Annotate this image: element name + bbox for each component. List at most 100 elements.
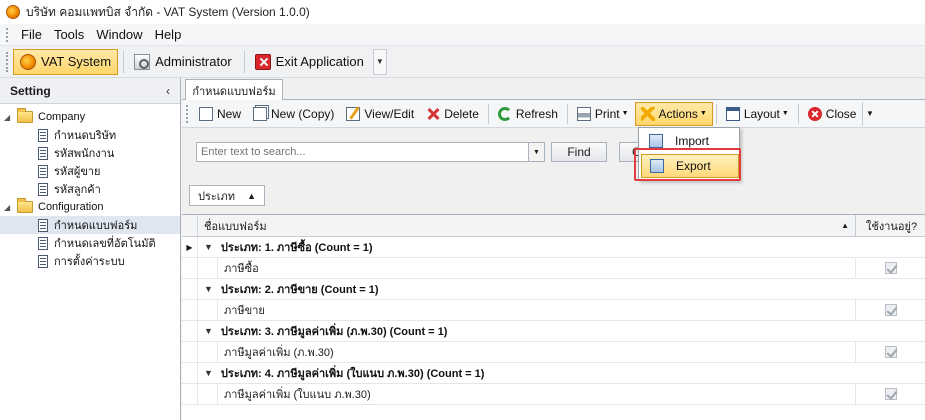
group-chip-label: ประเภท <box>198 190 236 203</box>
tree-item-label: รหัสพนักงาน <box>54 148 115 160</box>
collapse-group-icon[interactable]: ▼ <box>204 326 213 336</box>
delete-x-icon <box>426 107 440 121</box>
form-name-cell[interactable]: ภาษีขาย <box>218 300 856 320</box>
exit-icon <box>254 53 271 70</box>
document-icon <box>38 218 48 232</box>
appbar-grip[interactable] <box>6 51 9 72</box>
find-button[interactable]: Find <box>551 142 607 162</box>
tree-node-configuration[interactable]: ◢ Configuration <box>0 198 180 216</box>
current-row-indicator-icon: ▶ <box>182 237 198 257</box>
search-input[interactable] <box>196 142 529 162</box>
active-checkbox[interactable] <box>884 262 897 274</box>
new-copy-label: New (Copy) <box>271 106 335 121</box>
tree-item-label: กำหนดเลขที่อัตโนมัติ <box>54 238 156 250</box>
tree-item-form-define[interactable]: กำหนดแบบฟอร์ม <box>0 216 180 234</box>
tree-item-company-define[interactable]: กำหนดบริษัท <box>0 126 180 144</box>
collapse-panel-icon[interactable]: ‹ <box>166 84 170 98</box>
delete-button[interactable]: Delete <box>420 102 485 126</box>
expanded-triangle-icon[interactable]: ◢ <box>4 113 14 122</box>
administrator-label: Administrator <box>155 54 232 69</box>
dropdown-caret-icon: ▼ <box>699 110 707 117</box>
expanded-triangle-icon[interactable]: ◢ <box>4 203 14 212</box>
collapse-group-icon[interactable]: ▼ <box>204 284 213 294</box>
row-indicator <box>182 342 198 362</box>
form-name-cell[interactable]: ภาษีซื้อ <box>218 258 856 278</box>
appbar-separator <box>243 50 245 73</box>
group-row[interactable]: ▼ ประเภท: 4. ภาษีมูลค่าเพิ่ม (ใบแนบ ภ.พ.3… <box>182 363 925 384</box>
vat-system-button[interactable]: VAT System <box>13 48 119 75</box>
tree-item-employee-code[interactable]: รหัสพนักงาน <box>0 144 180 162</box>
app-logo-icon <box>6 5 20 19</box>
collapse-group-icon[interactable]: ▼ <box>204 368 213 378</box>
copy-icon <box>253 106 268 121</box>
form-name-cell[interactable]: ภาษีมูลค่าเพิ่ม (ภ.พ.30) <box>218 342 856 362</box>
actions-label: Actions <box>658 106 698 121</box>
document-tabstrip: กำหนดแบบฟอร์ม <box>182 78 925 101</box>
printer-icon <box>576 106 591 121</box>
administrator-button[interactable]: Administrator <box>127 49 239 75</box>
collapse-group-icon[interactable]: ▼ <box>204 242 213 252</box>
tree-node-label: Company <box>38 111 86 123</box>
search-history-dropdown[interactable]: ▼ <box>529 142 545 162</box>
active-checkbox[interactable] <box>884 304 897 316</box>
toolbar-separator <box>487 103 489 124</box>
tab-form-define[interactable]: กำหนดแบบฟอร์ม <box>185 79 283 101</box>
document-icon <box>38 236 48 250</box>
view-edit-button[interactable]: View/Edit <box>340 102 420 126</box>
dropdown-caret-icon: ▼ <box>621 110 629 117</box>
toolbar-separator <box>797 103 799 124</box>
toolbar-separator <box>715 103 717 124</box>
new-button[interactable]: New <box>193 102 247 126</box>
table-row[interactable]: ภาษีขาย <box>182 300 925 321</box>
tree-item-label: การตั้งค่าระบบ <box>54 256 125 268</box>
new-label: New <box>217 106 242 121</box>
column-header-form-name[interactable]: ชื่อแบบฟอร์ม ▲ <box>198 215 856 236</box>
sort-ascending-icon: ▲ <box>247 190 256 201</box>
toolbar-overflow-button[interactable]: ▼ <box>862 101 876 126</box>
table-row[interactable]: ภาษีมูลค่าเพิ่ม (ใบแนบ ภ.พ.30) <box>182 384 925 405</box>
close-button[interactable]: Close <box>802 102 863 126</box>
form-name-cell[interactable]: ภาษีมูลค่าเพิ่ม (ใบแนบ ภ.พ.30) <box>218 384 856 404</box>
application-toolbar: VAT System Administrator Exit Applicatio… <box>0 46 925 78</box>
active-checkbox[interactable] <box>884 388 897 400</box>
menubar-grip[interactable] <box>6 27 9 42</box>
tree-node-company[interactable]: ◢ Company <box>0 108 180 126</box>
column-header-active[interactable]: ใช้งานอยู่? <box>856 215 925 236</box>
group-row[interactable]: ▶ ▼ ประเภท: 1. ภาษีซื้อ (Count = 1) <box>182 237 925 258</box>
group-header-label: ประเภท: 4. ภาษีมูลค่าเพิ่ม (ใบแนบ ภ.พ.30… <box>220 368 485 380</box>
search-area: ▼ Find Clear <box>182 128 925 178</box>
exit-application-button[interactable]: Exit Application <box>248 49 371 75</box>
menu-tools[interactable]: Tools <box>48 27 90 42</box>
tree-item-customer-code[interactable]: รหัสลูกค้า <box>0 180 180 198</box>
tree-item-system-settings[interactable]: การตั้งค่าระบบ <box>0 252 180 270</box>
print-button[interactable]: Print ▼ <box>571 102 635 126</box>
table-row[interactable]: ภาษีมูลค่าเพิ่ม (ภ.พ.30) <box>182 342 925 363</box>
group-by-chip[interactable]: ประเภท ▲ <box>189 185 265 206</box>
appbar-overflow-button[interactable]: ▼ <box>372 48 387 75</box>
menu-window[interactable]: Window <box>90 27 148 42</box>
refresh-button[interactable]: Refresh <box>492 102 564 126</box>
close-circle-icon <box>807 106 822 121</box>
group-row[interactable]: ▼ ประเภท: 3. ภาษีมูลค่าเพิ่ม (ภ.พ.30) (Co… <box>182 321 925 342</box>
toolbar-grip[interactable] <box>186 104 189 123</box>
setting-tree: ◢ Company กำหนดบริษัท รหัสพนักงาน รหัสผู… <box>0 104 180 270</box>
new-copy-button[interactable]: New (Copy) <box>247 102 340 126</box>
menu-help[interactable]: Help <box>149 27 188 42</box>
tree-item-vendor-code[interactable]: รหัสผู้ขาย <box>0 162 180 180</box>
layout-button[interactable]: Layout ▼ <box>720 102 795 126</box>
actions-button[interactable]: Actions ▼ <box>634 101 713 126</box>
vat-system-label: VAT System <box>41 54 112 69</box>
row-indicator <box>182 384 198 404</box>
folder-icon <box>17 198 33 213</box>
tree-item-label: กำหนดแบบฟอร์ม <box>54 220 138 232</box>
tree-item-label: กำหนดบริษัท <box>54 130 117 142</box>
group-row[interactable]: ▼ ประเภท: 2. ภาษีขาย (Count = 1) <box>182 279 925 300</box>
table-row[interactable]: ภาษีซื้อ <box>182 258 925 279</box>
active-checkbox[interactable] <box>884 346 897 358</box>
row-indicator <box>182 300 198 320</box>
tree-item-auto-number[interactable]: กำหนดเลขที่อัตโนมัติ <box>0 234 180 252</box>
grid-header: ชื่อแบบฟอร์ม ▲ ใช้งานอยู่? <box>182 215 925 237</box>
view-edit-label: View/Edit <box>364 106 415 121</box>
menu-file[interactable]: File <box>15 27 48 42</box>
group-header-label: ประเภท: 3. ภาษีมูลค่าเพิ่ม (ภ.พ.30) (Cou… <box>220 326 448 338</box>
